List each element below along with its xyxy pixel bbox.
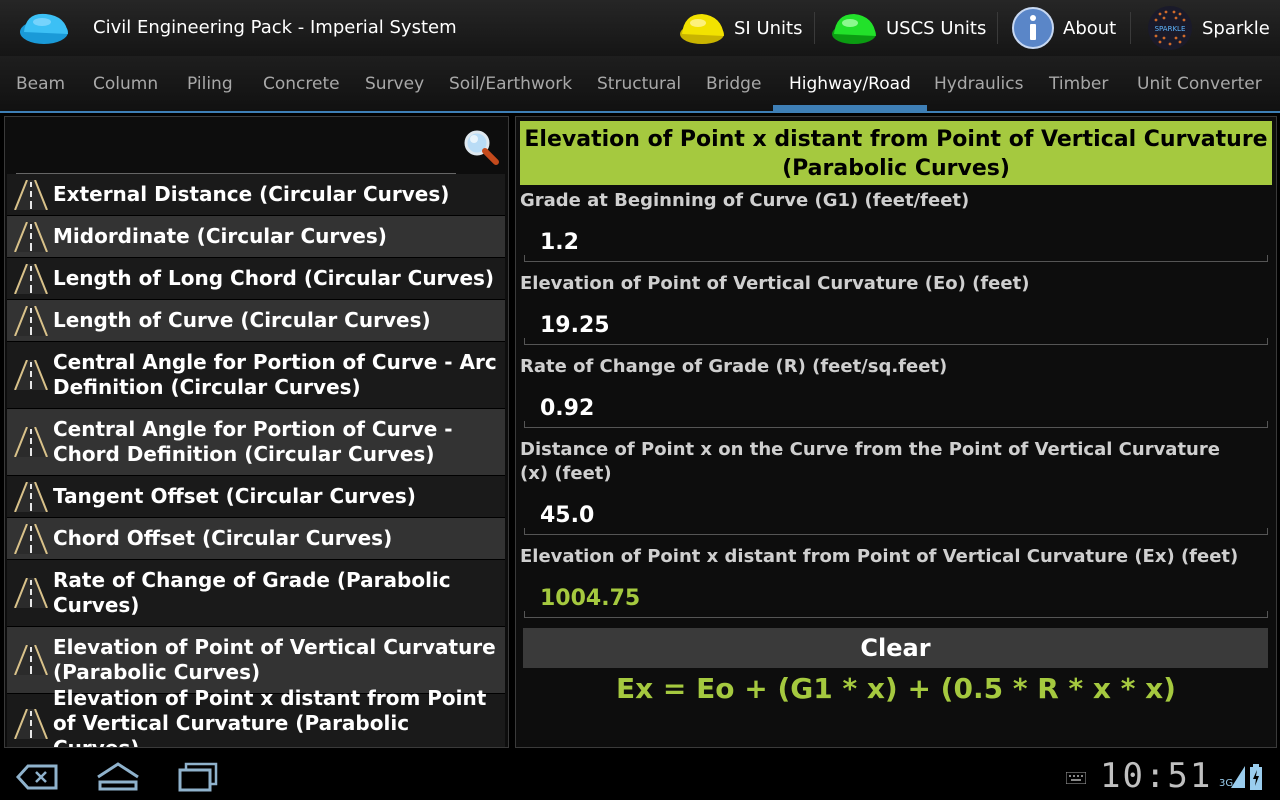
sparkle-button[interactable]: SPARKLE Sparkle [1146,0,1270,56]
formula-text: Ex = Eo + (G1 * x) + (0.5 * R * x * x) [616,672,1176,705]
g1-label: Grade at Beginning of Curve (G1) (feet/f… [520,190,970,211]
road-icon [14,481,48,512]
calculator-title: Elevation of Point x distant from Point … [520,121,1272,185]
tab-bar: Beam Column Piling Concrete Survey Soil/… [0,56,1280,113]
about-label: About [1063,17,1117,39]
list-item[interactable]: Length of Curve (Circular Curves) [7,300,505,342]
action-divider [814,12,815,44]
list-item-label: Elevation of Point x distant from Point … [53,686,487,748]
tab-hydraulics[interactable]: Hydraulics [934,56,1023,111]
sparkle-label: Sparkle [1202,17,1270,39]
action-divider [1130,12,1131,44]
keyboard-icon [1066,772,1086,784]
blue-helmet-icon[interactable] [18,10,72,46]
road-icon [14,221,48,252]
list-item[interactable]: Tangent Offset (Circular Curves) [7,476,505,518]
r-field [524,390,1268,428]
list-item[interactable]: Chord Offset (Circular Curves) [7,518,505,560]
search-field [16,125,456,174]
list-item-label: Elevation of Point of Vertical Curvature… [53,635,496,684]
clear-button[interactable]: Clear [523,628,1268,668]
list-item[interactable]: External Distance (Circular Curves) [7,174,505,216]
search-input[interactable] [16,135,450,167]
tab-survey[interactable]: Survey [365,56,424,111]
x-input[interactable] [538,499,1242,531]
uscs-units-label: USCS Units [886,17,987,39]
green-helmet-icon [832,14,876,44]
ex-label: Elevation of Point x distant from Point … [520,546,1239,567]
list-item[interactable]: Length of Long Chord (Circular Curves) [7,258,505,300]
r-input[interactable] [538,392,1242,424]
action-bar: Civil Engineering Pack - Imperial System… [0,0,1280,56]
ex-result-field [524,580,1268,618]
list-item-label: Central Angle for Portion of Curve - Arc… [53,350,497,399]
formula-list: External Distance (Circular Curves) Midor… [7,174,505,747]
tab-highway-road[interactable]: Highway/Road [773,56,927,111]
list-item-label: Length of Curve (Circular Curves) [53,308,431,332]
app-title: Civil Engineering Pack - Imperial System [93,17,457,38]
list-item[interactable]: Elevation of Point x distant from Point … [7,686,505,747]
list-item[interactable]: Central Angle for Portion of Curve - Cho… [7,409,505,476]
road-icon [14,523,48,554]
road-icon [14,179,48,210]
list-item[interactable]: Central Angle for Portion of Curve - Arc… [7,342,505,409]
signal-icon [1231,766,1245,788]
tab-soil-earthwork[interactable]: Soil/Earthwork [449,56,572,111]
list-item[interactable]: Midordinate (Circular Curves) [7,216,505,258]
list-item-label: External Distance (Circular Curves) [53,182,450,206]
calculator-panel: Elevation of Point x distant from Point … [515,116,1277,748]
search-icon[interactable] [461,127,501,167]
tab-timber[interactable]: Timber [1049,56,1108,111]
tab-concrete[interactable]: Concrete [263,56,340,111]
list-item-label: Midordinate (Circular Curves) [53,224,387,248]
road-icon [14,263,48,294]
system-bar: 10:51 3G [0,752,1280,800]
g1-field [524,224,1268,262]
clock: 10:51 [1100,756,1213,796]
back-icon[interactable] [14,760,62,794]
si-units-label: SI Units [734,17,803,39]
formula-list-panel: External Distance (Circular Curves) Midor… [4,116,509,748]
sparkle-logo: SPARKLE [1148,6,1192,50]
si-units-button[interactable]: SI Units [678,0,802,56]
list-item-label: Chord Offset (Circular Curves) [53,526,393,550]
tab-bridge[interactable]: Bridge [706,56,761,111]
road-icon [14,360,48,390]
list-item-label: Length of Long Chord (Circular Curves) [53,266,495,290]
ex-result-output [538,582,1242,614]
about-button[interactable]: About [1011,0,1116,56]
list-item[interactable]: Rate of Change of Grade (Parabolic Curve… [7,560,505,627]
g1-input[interactable] [538,226,1242,258]
road-icon [14,708,48,739]
eo-input[interactable] [538,309,1242,341]
x-label: Distance of Point x on the Curve from th… [520,439,1220,484]
action-divider [997,12,998,44]
tab-unit-converter[interactable]: Unit Converter [1137,56,1262,111]
road-icon [14,645,48,675]
tab-beam[interactable]: Beam [16,56,65,111]
battery-icon [1250,764,1262,790]
list-item-label: Tangent Offset (Circular Curves) [53,484,416,508]
list-item-label: Rate of Change of Grade (Parabolic Curve… [53,568,451,617]
tab-column[interactable]: Column [93,56,158,111]
road-icon [14,305,48,336]
recent-apps-icon[interactable] [174,760,222,794]
sparkle-logo-text: SPARKLE [1155,25,1186,33]
uscs-units-button[interactable]: USCS Units [830,0,986,56]
eo-label: Elevation of Point of Vertical Curvature… [520,273,1030,294]
list-item-label: Central Angle for Portion of Curve - Cho… [53,417,453,466]
tab-piling[interactable]: Piling [187,56,233,111]
home-icon[interactable] [94,760,142,794]
info-icon [1012,7,1054,49]
road-icon [14,427,48,457]
yellow-helmet-icon [680,14,724,44]
x-field [524,497,1268,535]
tab-structural[interactable]: Structural [597,56,681,111]
r-label: Rate of Change of Grade (R) (feet/sq.fee… [520,356,948,377]
eo-field [524,307,1268,345]
road-icon [14,578,48,608]
